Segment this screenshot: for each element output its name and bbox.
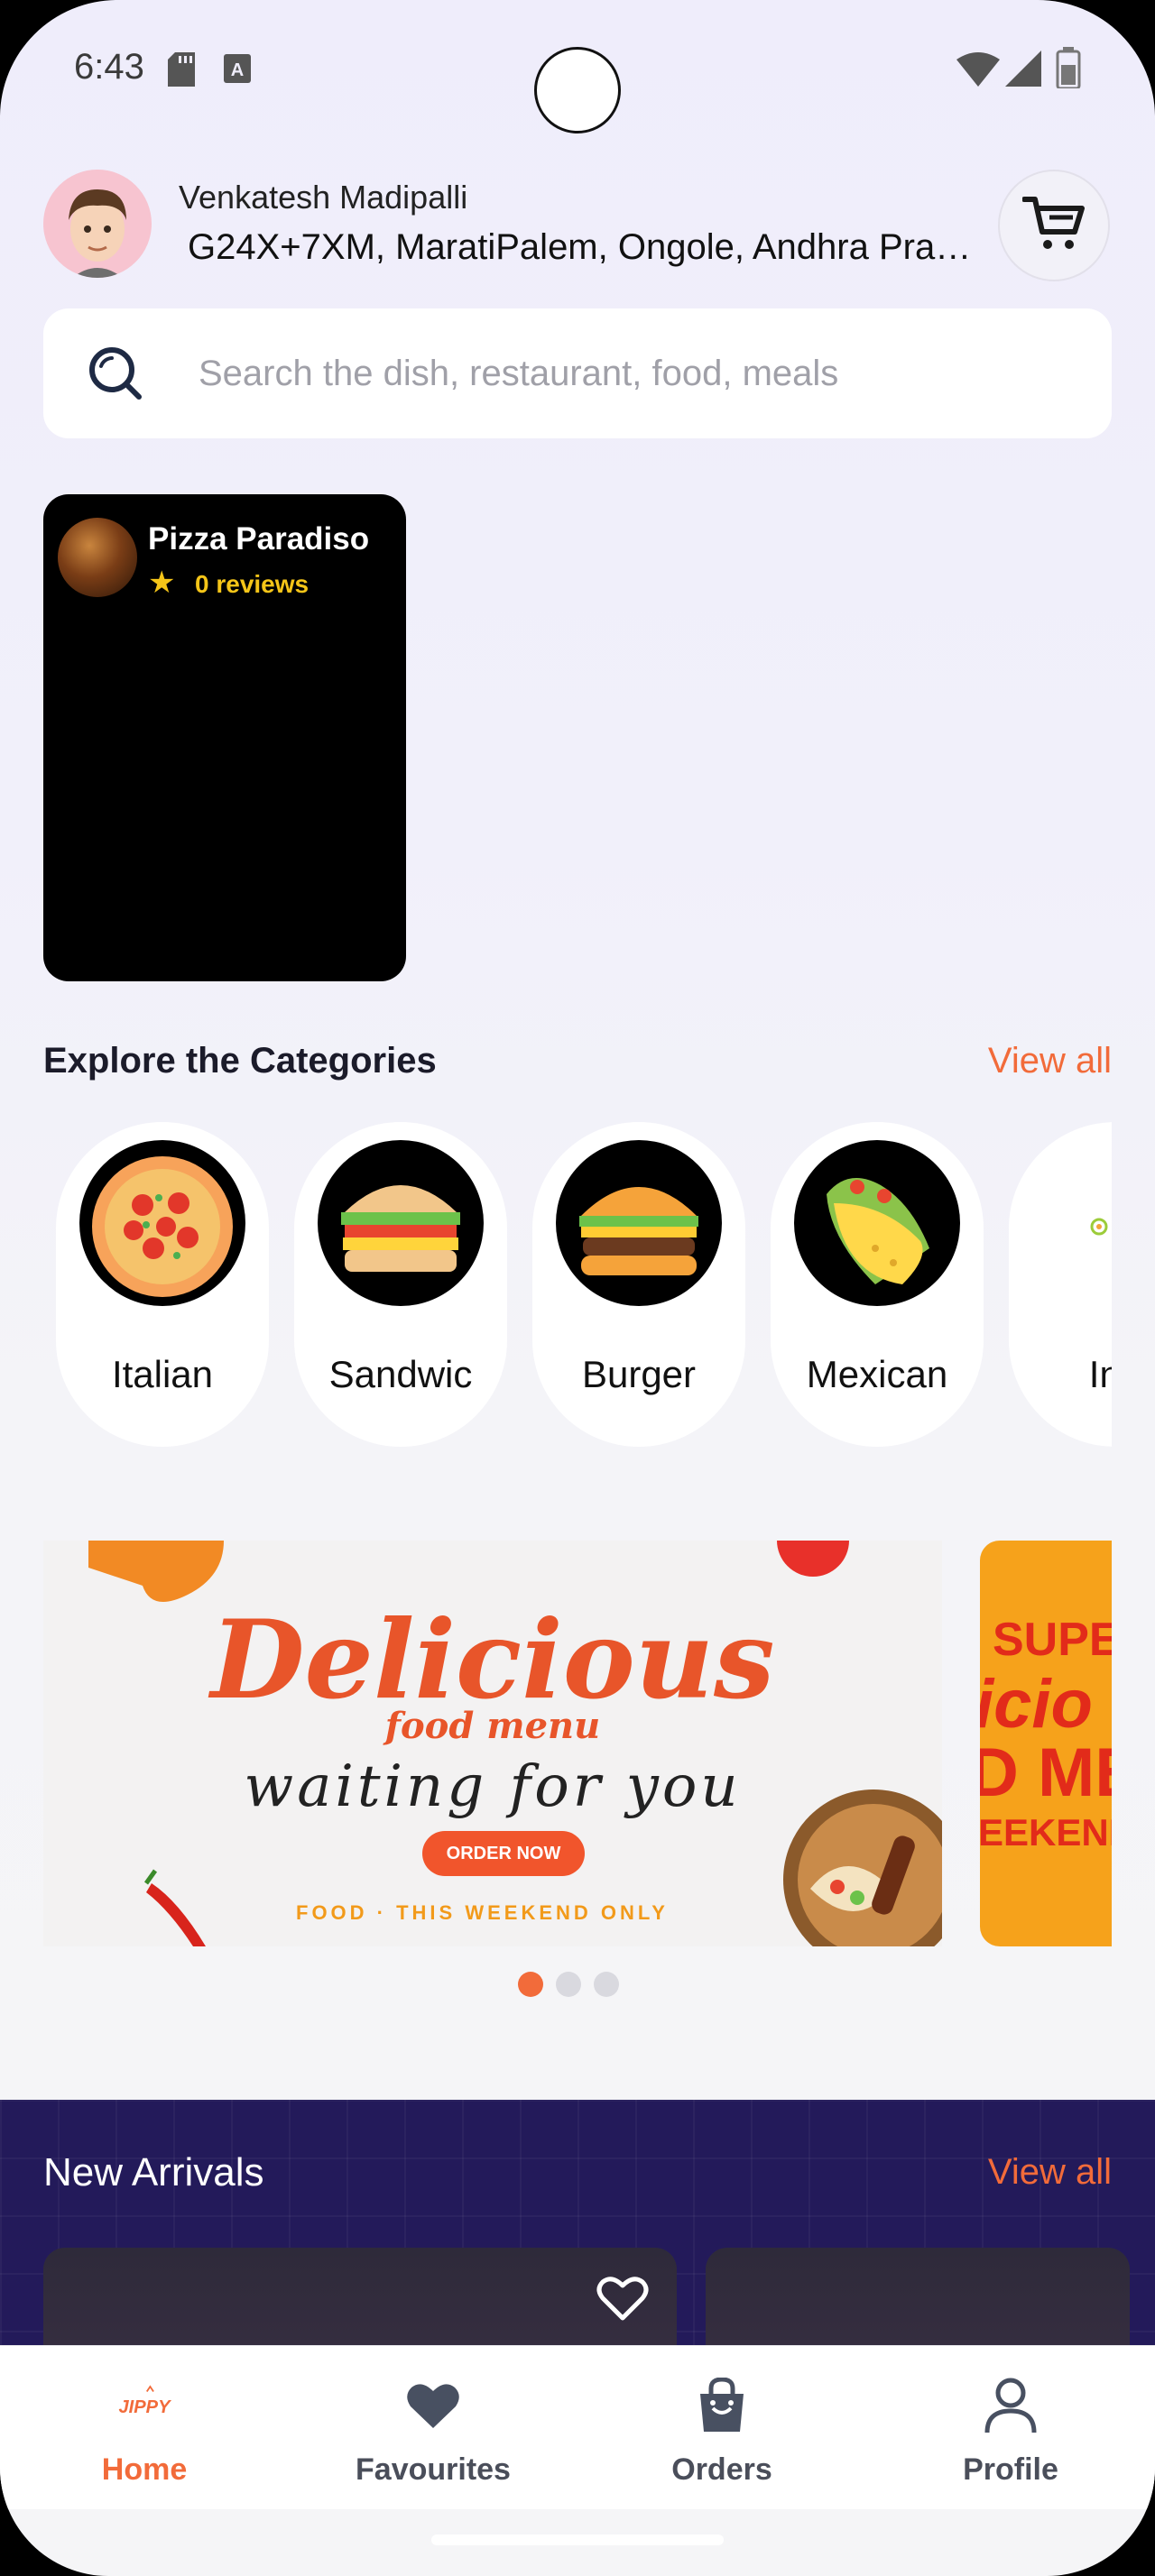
pagination-dot[interactable]: [556, 1972, 581, 1997]
category-label: Italian: [111, 1353, 214, 1395]
favourite-heart-icon[interactable]: [596, 2275, 650, 2326]
brand-mark: JIPPY: [118, 2397, 171, 2417]
wifi-icon: [956, 52, 1000, 91]
pizza-icon: [79, 1140, 245, 1306]
side-banner-line: SUPER: [993, 1614, 1112, 1666]
order-now-button[interactable]: ORDER NOW: [422, 1831, 585, 1876]
kebab-plate-decoration: [783, 1789, 942, 1946]
nav-label: Favourites: [356, 2452, 511, 2487]
category-italian[interactable]: Italian: [56, 1122, 269, 1447]
banner-subtitle: food menu: [384, 1705, 601, 1747]
category-indian[interactable]: Ind: [1009, 1122, 1112, 1447]
sandwich-icon: [318, 1140, 484, 1306]
jippy-logo-icon: JIPPY: [116, 2377, 173, 2434]
nav-home[interactable]: JIPPY Home: [0, 2346, 289, 2510]
categories-title: Explore the Categories: [43, 1041, 437, 1081]
battery-icon: [1056, 47, 1081, 93]
search-icon: [85, 343, 148, 410]
category-sandwich[interactable]: Sandwic: [294, 1122, 507, 1447]
restaurant-name: Pizza Paradiso: [148, 521, 370, 557]
pagination-dot[interactable]: [594, 1972, 619, 1997]
side-banner-line: icio: [980, 1666, 1093, 1743]
nav-favourites[interactable]: Favourites: [289, 2346, 578, 2510]
search-input[interactable]: [199, 348, 1065, 399]
shopping-bag-icon: [693, 2377, 751, 2434]
sd-card-icon: [168, 52, 195, 91]
chili-decoration: [143, 1869, 206, 1946]
nav-label: Profile: [963, 2452, 1058, 2487]
banner-pagination[interactable]: [518, 1972, 619, 1997]
keyboard-a-icon: A: [224, 54, 251, 87]
indian-food-icon: [1081, 1209, 1112, 1249]
category-label: Ind: [1088, 1353, 1112, 1395]
new-arrivals-view-all-link[interactable]: View all: [988, 2152, 1112, 2193]
pagination-dot-active[interactable]: [518, 1972, 543, 1997]
cell-signal-icon: [1005, 51, 1041, 91]
category-label: Burger: [581, 1353, 697, 1395]
restaurant-thumbnail: [58, 518, 137, 597]
user-name: Venkatesh Madipalli: [179, 179, 468, 216]
restaurant-reviews: 0 reviews: [195, 570, 310, 598]
nav-label: Orders: [671, 2452, 772, 2487]
banner-footer: FOOD · THIS WEEKEND ONLY: [296, 1901, 669, 1924]
search-bar[interactable]: [43, 308, 1112, 438]
heart-icon: [404, 2377, 462, 2434]
svg-text:A: A: [231, 60, 244, 80]
user-avatar[interactable]: [43, 170, 152, 278]
cart-button[interactable]: [998, 170, 1110, 281]
promo-banner[interactable]: Delicious food menu waiting for you ORDE…: [43, 1541, 942, 1946]
star-icon: ★: [148, 566, 176, 600]
categories-carousel[interactable]: Italian Sandwic Burger Mexican In: [43, 1122, 1112, 1454]
promo-banner-next[interactable]: SUPER icio D ME EEKEND: [980, 1541, 1112, 1946]
side-banner-line: D ME: [980, 1734, 1112, 1811]
categories-view-all-link[interactable]: View all: [988, 1041, 1112, 1081]
category-label: Sandwic: [328, 1353, 473, 1395]
person-icon: [982, 2377, 1040, 2434]
taco-icon: [794, 1140, 960, 1306]
category-mexican[interactable]: Mexican: [771, 1122, 984, 1447]
phone-screen: 6:43 A Venkatesh Madipalli G24X+7XM, Mar…: [0, 0, 1155, 2576]
camera-cutout: [534, 47, 621, 133]
side-banner-line: EEKEND: [980, 1811, 1112, 1854]
cart-icon: [1021, 196, 1086, 256]
burger-icon: [556, 1140, 722, 1306]
nav-profile[interactable]: Profile: [866, 2346, 1155, 2510]
tomato-decoration: [777, 1541, 849, 1577]
category-burger[interactable]: Burger: [532, 1122, 745, 1447]
gesture-navigation-bar[interactable]: [431, 2535, 724, 2545]
bottom-navigation: JIPPY Home Favourites Orders Profile: [0, 2345, 1155, 2509]
restaurant-card[interactable]: Pizza Paradiso ★ 0 reviews: [43, 494, 406, 981]
nav-label: Home: [101, 2452, 188, 2487]
delivery-address[interactable]: G24X+7XM, MaratiPalem, Ongole, Andhra Pr…: [188, 227, 982, 268]
nav-orders[interactable]: Orders: [578, 2346, 866, 2510]
status-time: 6:43: [74, 47, 144, 87]
new-arrivals-title: New Arrivals: [43, 2150, 264, 2194]
category-label: Mexican: [806, 1353, 948, 1395]
